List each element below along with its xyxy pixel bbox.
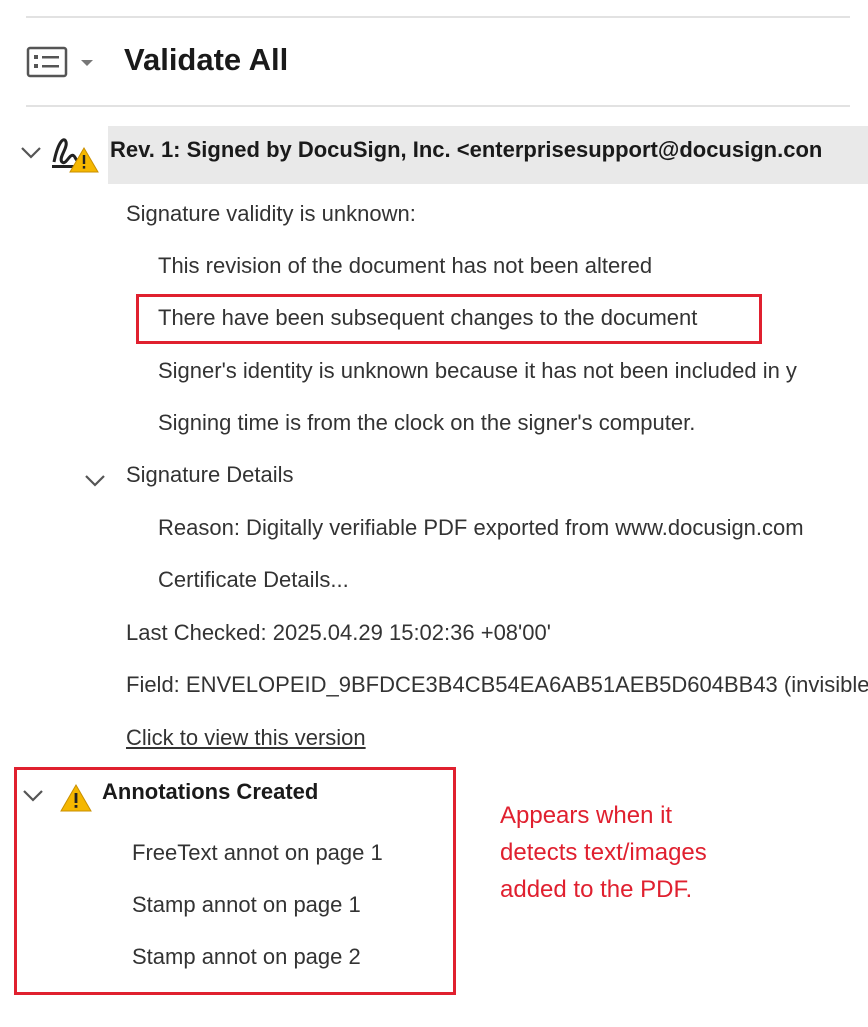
view-version-link[interactable]: Click to view this version — [126, 727, 366, 749]
revision-label[interactable]: Rev. 1: Signed by DocuSign, Inc. <enterp… — [110, 137, 822, 163]
callout-line: Appears when it — [500, 802, 673, 829]
callout-line: detects text/images — [500, 839, 707, 866]
annotations-heading[interactable]: Annotations Created — [102, 779, 318, 805]
annotation-item: Stamp annot on page 1 — [132, 892, 361, 917]
signature-details-heading[interactable]: Signature Details — [126, 464, 294, 486]
field-name: Field: ENVELOPEID_9BFDCE3B4CB54EA6AB51AE… — [126, 672, 868, 697]
last-checked: Last Checked: 2025.04.29 15:02:36 +08'00… — [126, 620, 551, 645]
toolbar-divider — [26, 105, 850, 107]
annotation-item: FreeText annot on page 1 — [132, 840, 383, 865]
top-divider — [26, 16, 850, 18]
warning-icon — [60, 784, 92, 812]
validity-item: Signer's identity is unknown because it … — [158, 358, 797, 383]
list-view-icon[interactable] — [26, 46, 68, 78]
callout-line: added to the PDF. — [500, 876, 693, 903]
signature-warning-icon — [52, 138, 99, 173]
details-reason: Reason: Digitally verifiable PDF exporte… — [158, 515, 804, 540]
validity-item: Signing time is from the clock on the si… — [158, 410, 696, 435]
chevron-down-icon[interactable] — [84, 474, 106, 488]
validity-item: This revision of the document has not be… — [158, 253, 653, 278]
chevron-down-icon[interactable] — [22, 789, 44, 803]
validate-all-button[interactable]: Validate All — [124, 42, 288, 78]
chevron-down-icon[interactable] — [80, 58, 94, 68]
validity-heading: Signature validity is unknown: — [126, 201, 416, 226]
annotation-item: Stamp annot on page 2 — [132, 944, 361, 969]
certificate-details-link[interactable]: Certificate Details... — [158, 569, 349, 591]
highlight-box-subsequent-changes — [136, 294, 762, 344]
callout-note: Appears when it detects text/images adde… — [500, 797, 800, 908]
chevron-down-icon[interactable] — [20, 146, 42, 160]
